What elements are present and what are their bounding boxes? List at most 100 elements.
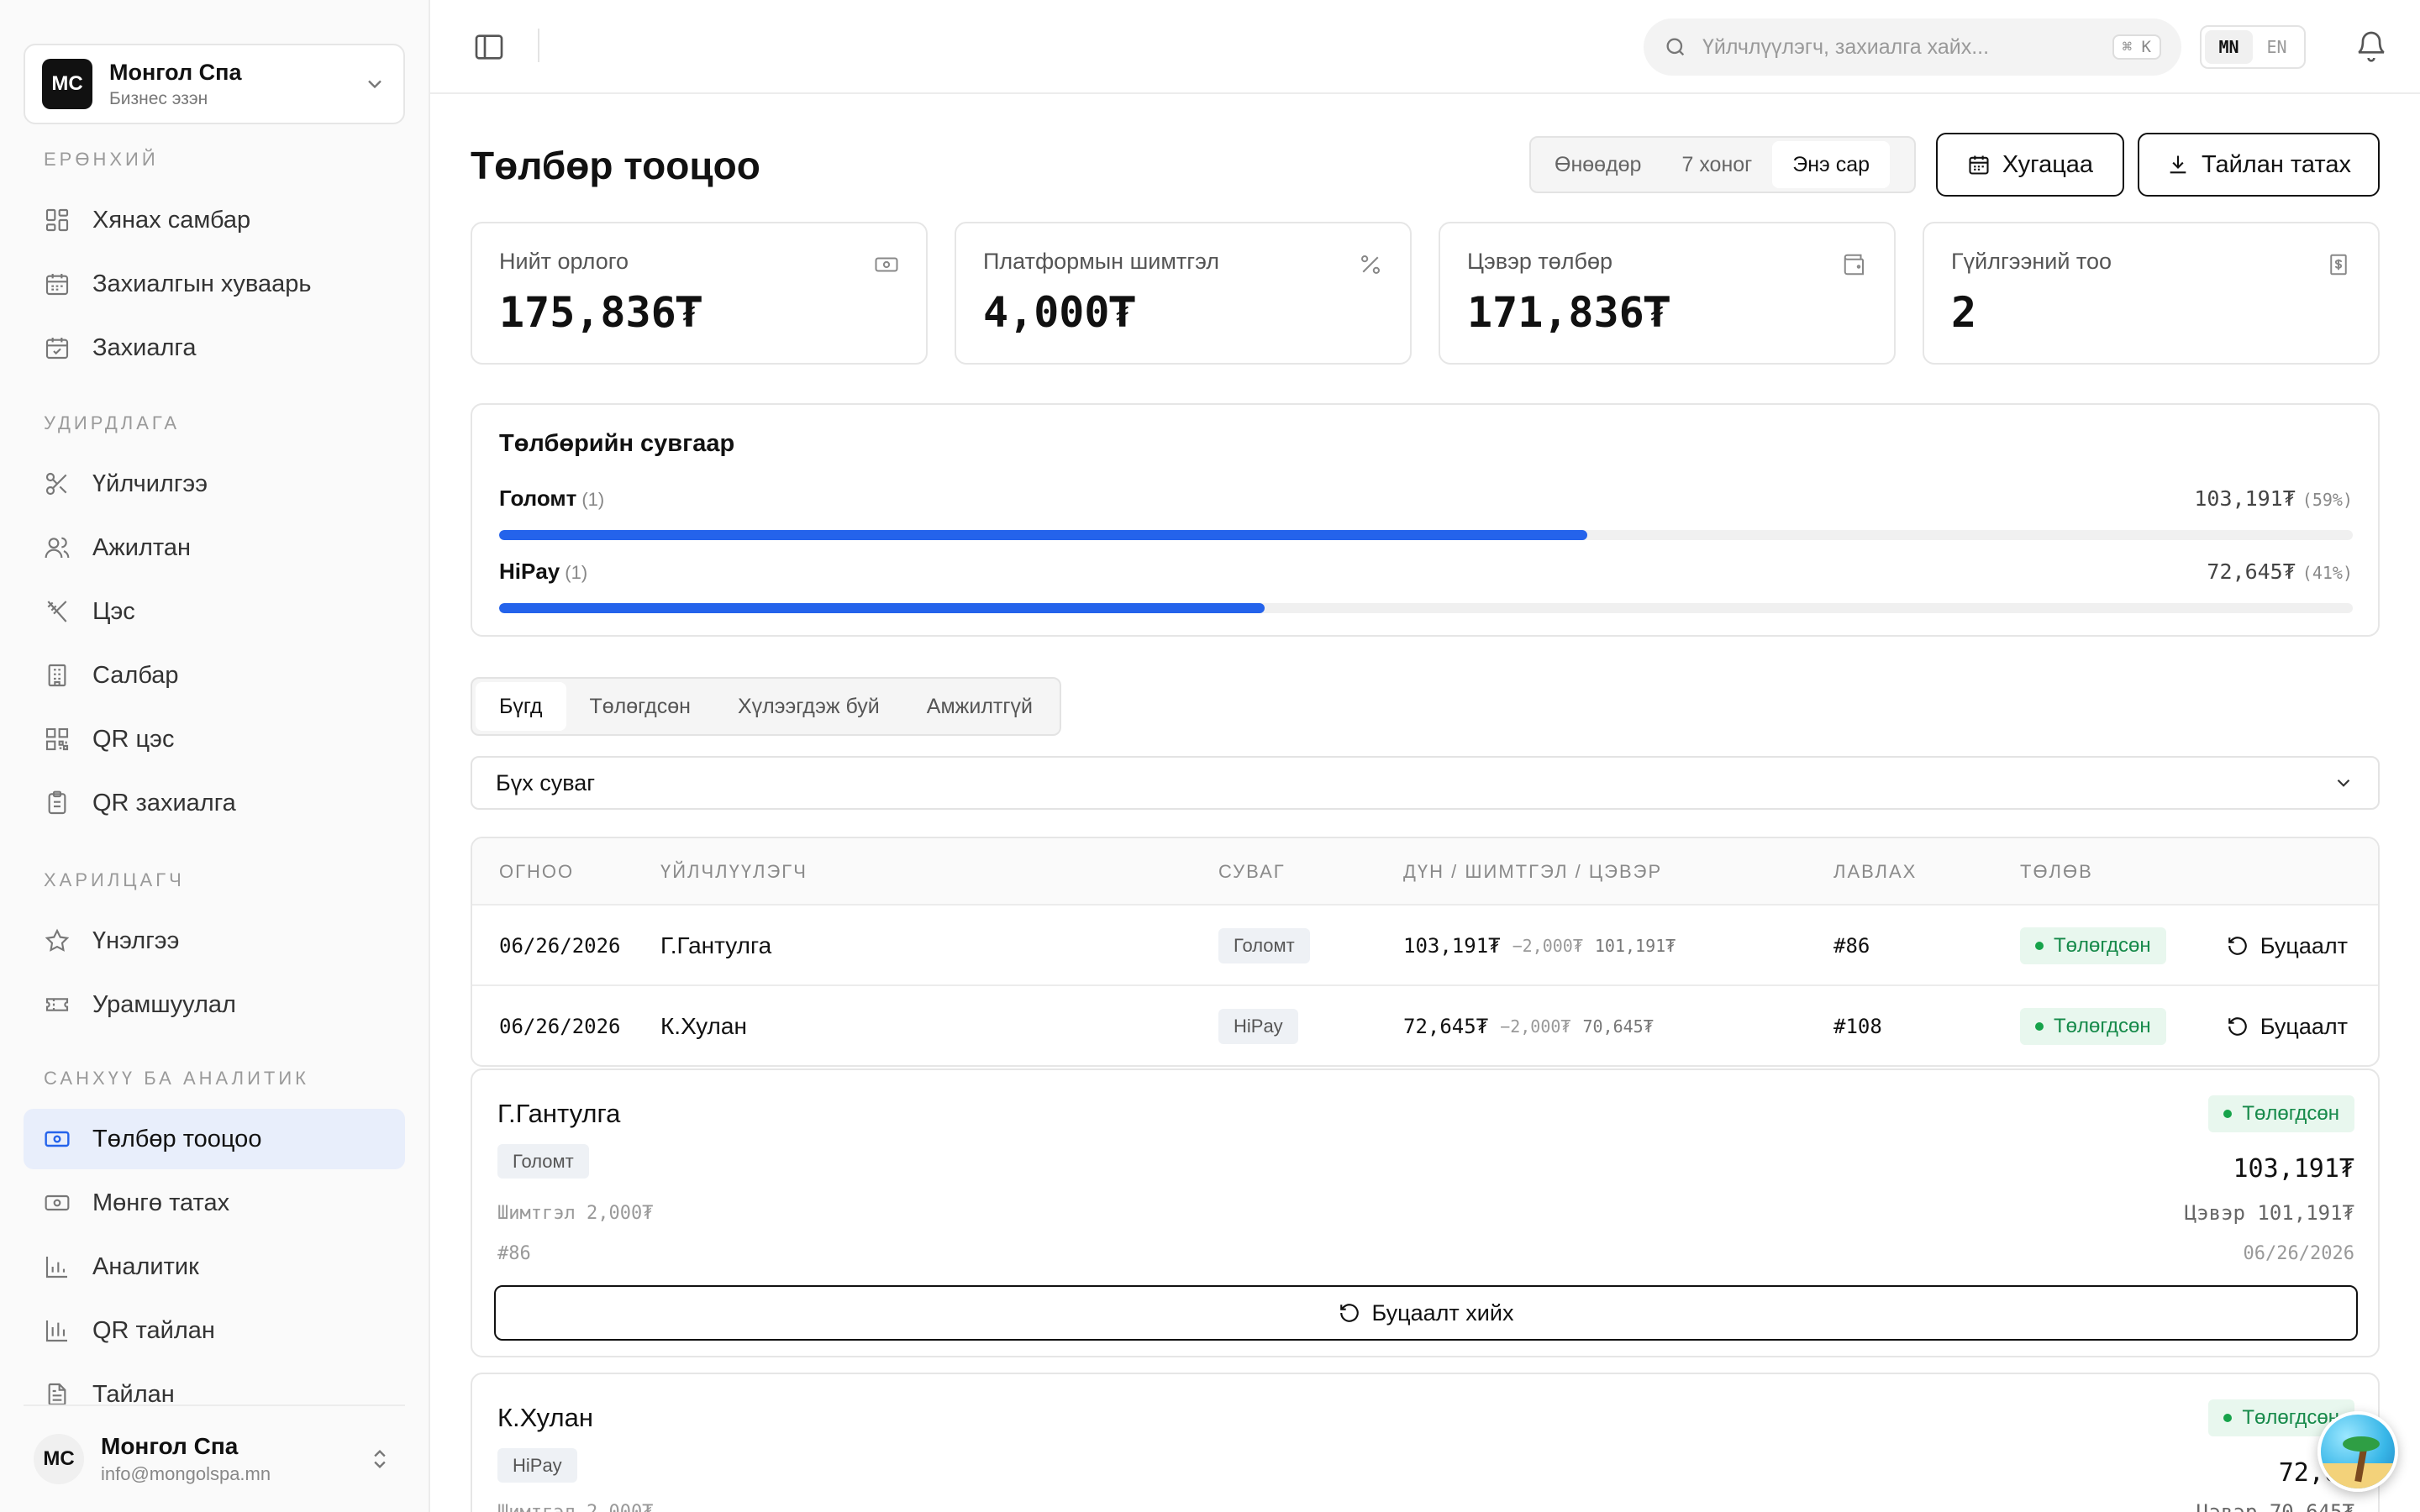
wallet-icon [1844,254,1864,276]
user-email: info@mongolspa.mn [101,1463,271,1484]
channel-count: (1) [565,562,588,583]
sidebar-item-schedule[interactable]: Захиалгын хуваарь [24,254,405,314]
bar-chart-icon [45,1257,67,1278]
nav-heading: ХАРИЛЦАГЧ [44,869,185,890]
chevron-down-icon [2337,779,2350,787]
search-shortcut: ⌘ K [2112,34,2161,60]
chat-widget-beach-icon[interactable] [2317,1411,2398,1492]
bar-chart-2-icon [45,1320,67,1342]
card-fee: Шимтгэл 2,000₮ [497,1502,653,1512]
chevrons-up-down-icon [374,1450,386,1468]
sidebar-item-branches[interactable]: Салбар [24,645,405,706]
payment-card: Г.Гантулга Төлөгдсөн Голомт 103,191₮ Шим… [471,1068,2380,1357]
nav-section-management: УДИРДЛАГА Үйлчилгээ Ажилтан Цэс Салбар Q… [24,408,405,833]
lang-mn[interactable]: MN [2205,30,2253,64]
tab-paid[interactable]: Төлөгдсөн [566,682,714,731]
sidebar-item-label: Ажилтан [92,533,191,561]
sidebar-item-reviews[interactable]: Үнэлгээ [24,911,405,971]
sidebar-item-qr-orders[interactable]: QR захиалга [24,773,405,833]
stat-label: Цэвэр төлбөр [1467,249,1613,274]
row-fee: −2,000₮ [1500,1016,1571,1037]
sidebar-item-menu[interactable]: Цэс [24,581,405,642]
sidebar-item-bookings[interactable]: Захиалга [24,318,405,378]
sidebar-item-qr-report[interactable]: QR тайлан [24,1300,405,1361]
download-icon [2170,155,2186,174]
language-switcher[interactable]: MN EN [2200,25,2306,69]
search-input[interactable] [1702,34,2112,60]
sidebar-item-withdraw[interactable]: Мөнгө татах [24,1173,405,1233]
table-row[interactable]: 06/26/2026 К.Хулан HiPay 72,645₮ −2,000₮… [472,986,2378,1065]
refund-full-button[interactable]: Буцаалт хийх [494,1285,2358,1341]
sidebar-item-staff[interactable]: Ажилтан [24,517,405,578]
stat-value: 171,836₮ [1467,288,1670,337]
row-amount: 103,191₮ [1403,934,1501,958]
row-ref: #108 [1833,1015,1882,1038]
tab-failed[interactable]: Амжилтгүй [903,682,1056,731]
refund-button[interactable]: Буцаалт [2227,933,2348,959]
banknote-icon [875,257,898,272]
column-header: СУВАГ [1218,861,1286,882]
sidebar-item-dashboard[interactable]: Хянах самбар [24,190,405,250]
table-row[interactable]: 06/26/2026 Г.Гантулга Голомт 103,191₮ −2… [472,906,2378,986]
rotate-ccw-icon [1339,1304,1359,1322]
row-net: 70,645₮ [1582,1016,1654,1037]
building-icon [48,664,66,687]
row-date: 06/26/2026 [499,934,621,958]
sidebar-item-services[interactable]: Үйлчилгээ [24,454,405,514]
sidebar-item-promotions[interactable]: Урамшуулал [24,974,405,1035]
sidebar-item-label: Хянах самбар [92,206,251,234]
row-amounts: 103,191₮ −2,000₮ 101,191₮ [1403,906,1676,986]
rotate-ccw-icon [2228,1017,2247,1036]
row-customer: К.Хулан [660,1013,747,1039]
card-customer: К.Хулан [497,1403,593,1432]
channel-filter-select[interactable]: Бүх суваг [471,756,2380,810]
channel-chip: HiPay [497,1448,577,1483]
status-tabs: Бүгд Төлөгдсөн Хүлээгдэж буй Амжилтгүй [471,677,1061,736]
scissors-icon [45,472,67,496]
org-role: Бизнес эзэн [109,88,208,108]
tab-all[interactable]: Бүгд [476,682,566,731]
row-fee: −2,000₮ [1512,936,1583,956]
org-switcher[interactable]: MC Монгол Спа Бизнес эзэн [24,44,405,124]
sidebar-item-payments[interactable]: Төлбөр тооцоо [24,1109,405,1169]
receipt-icon [2330,254,2347,276]
channel-progress-fill [499,603,1265,613]
bell-icon[interactable] [2354,29,2388,62]
export-report-button[interactable]: Тайлан татах [2138,133,2380,197]
period-month[interactable]: Энэ сар [1772,141,1891,188]
row-ref: #86 [1833,934,1870,958]
card-net: Цэвэр 101,191₮ [2184,1201,2354,1225]
channel-progress-fill [499,530,1587,540]
search-bar[interactable]: ⌘ K [1644,18,2181,76]
sidebar-item-qr-menu[interactable]: QR цэс [24,709,405,769]
tab-pending[interactable]: Хүлээгдэж буй [714,682,903,731]
stat-card-total-revenue: Нийт орлого 175,836₮ [471,222,928,365]
nav-heading: САНХҮҮ БА АНАЛИТИК [44,1068,309,1089]
period-today[interactable]: Өнөөдөр [1534,141,1661,188]
payments-table: ОГНОО ҮЙЛЧЛҮҮЛЭГЧ СУВАГ ДҮН / ШИМТГЭЛ / … [471,837,2380,1067]
stat-card-transactions: Гүйлгээний тоо 2 [1923,222,2380,365]
channel-name: Голомт [499,486,577,511]
date-range-button[interactable]: Хугацаа [1936,133,2124,197]
period-week[interactable]: 7 хоног [1661,141,1772,188]
sidebar-item-label: Захиалгын хуваарь [92,270,312,297]
user-menu[interactable]: MC Монгол Спа info@mongolspa.mn [24,1404,405,1512]
sidebar-toggle-icon[interactable] [472,30,506,64]
sidebar-item-analytics[interactable]: Аналитик [24,1236,405,1297]
lang-en[interactable]: EN [2253,30,2301,64]
channel-progress-track [499,530,2353,540]
refund-button[interactable]: Буцаалт [2227,1014,2348,1040]
divider [538,29,539,62]
channel-filter-value: Бүх суваг [496,769,596,795]
channel-name: HiPay [499,559,560,584]
status-badge: Төлөгдсөн [2020,927,2166,964]
channel-amount: 103,191₮ [2194,486,2296,511]
org-name: Монгол Спа [109,59,242,85]
card-net: Цэвэр 70,645₮ [2196,1500,2354,1512]
ticket-icon [45,998,69,1011]
channels-title: Төлбөрийн сувгаар [499,430,735,457]
clipboard-icon [48,790,66,815]
utensils-icon [47,601,67,622]
nav-section-finance: САНХҮҮ БА АНАЛИТИК Төлбөр тооцоо Мөнгө т… [24,1063,405,1425]
stat-label: Платформын шимтгэл [983,249,1220,274]
